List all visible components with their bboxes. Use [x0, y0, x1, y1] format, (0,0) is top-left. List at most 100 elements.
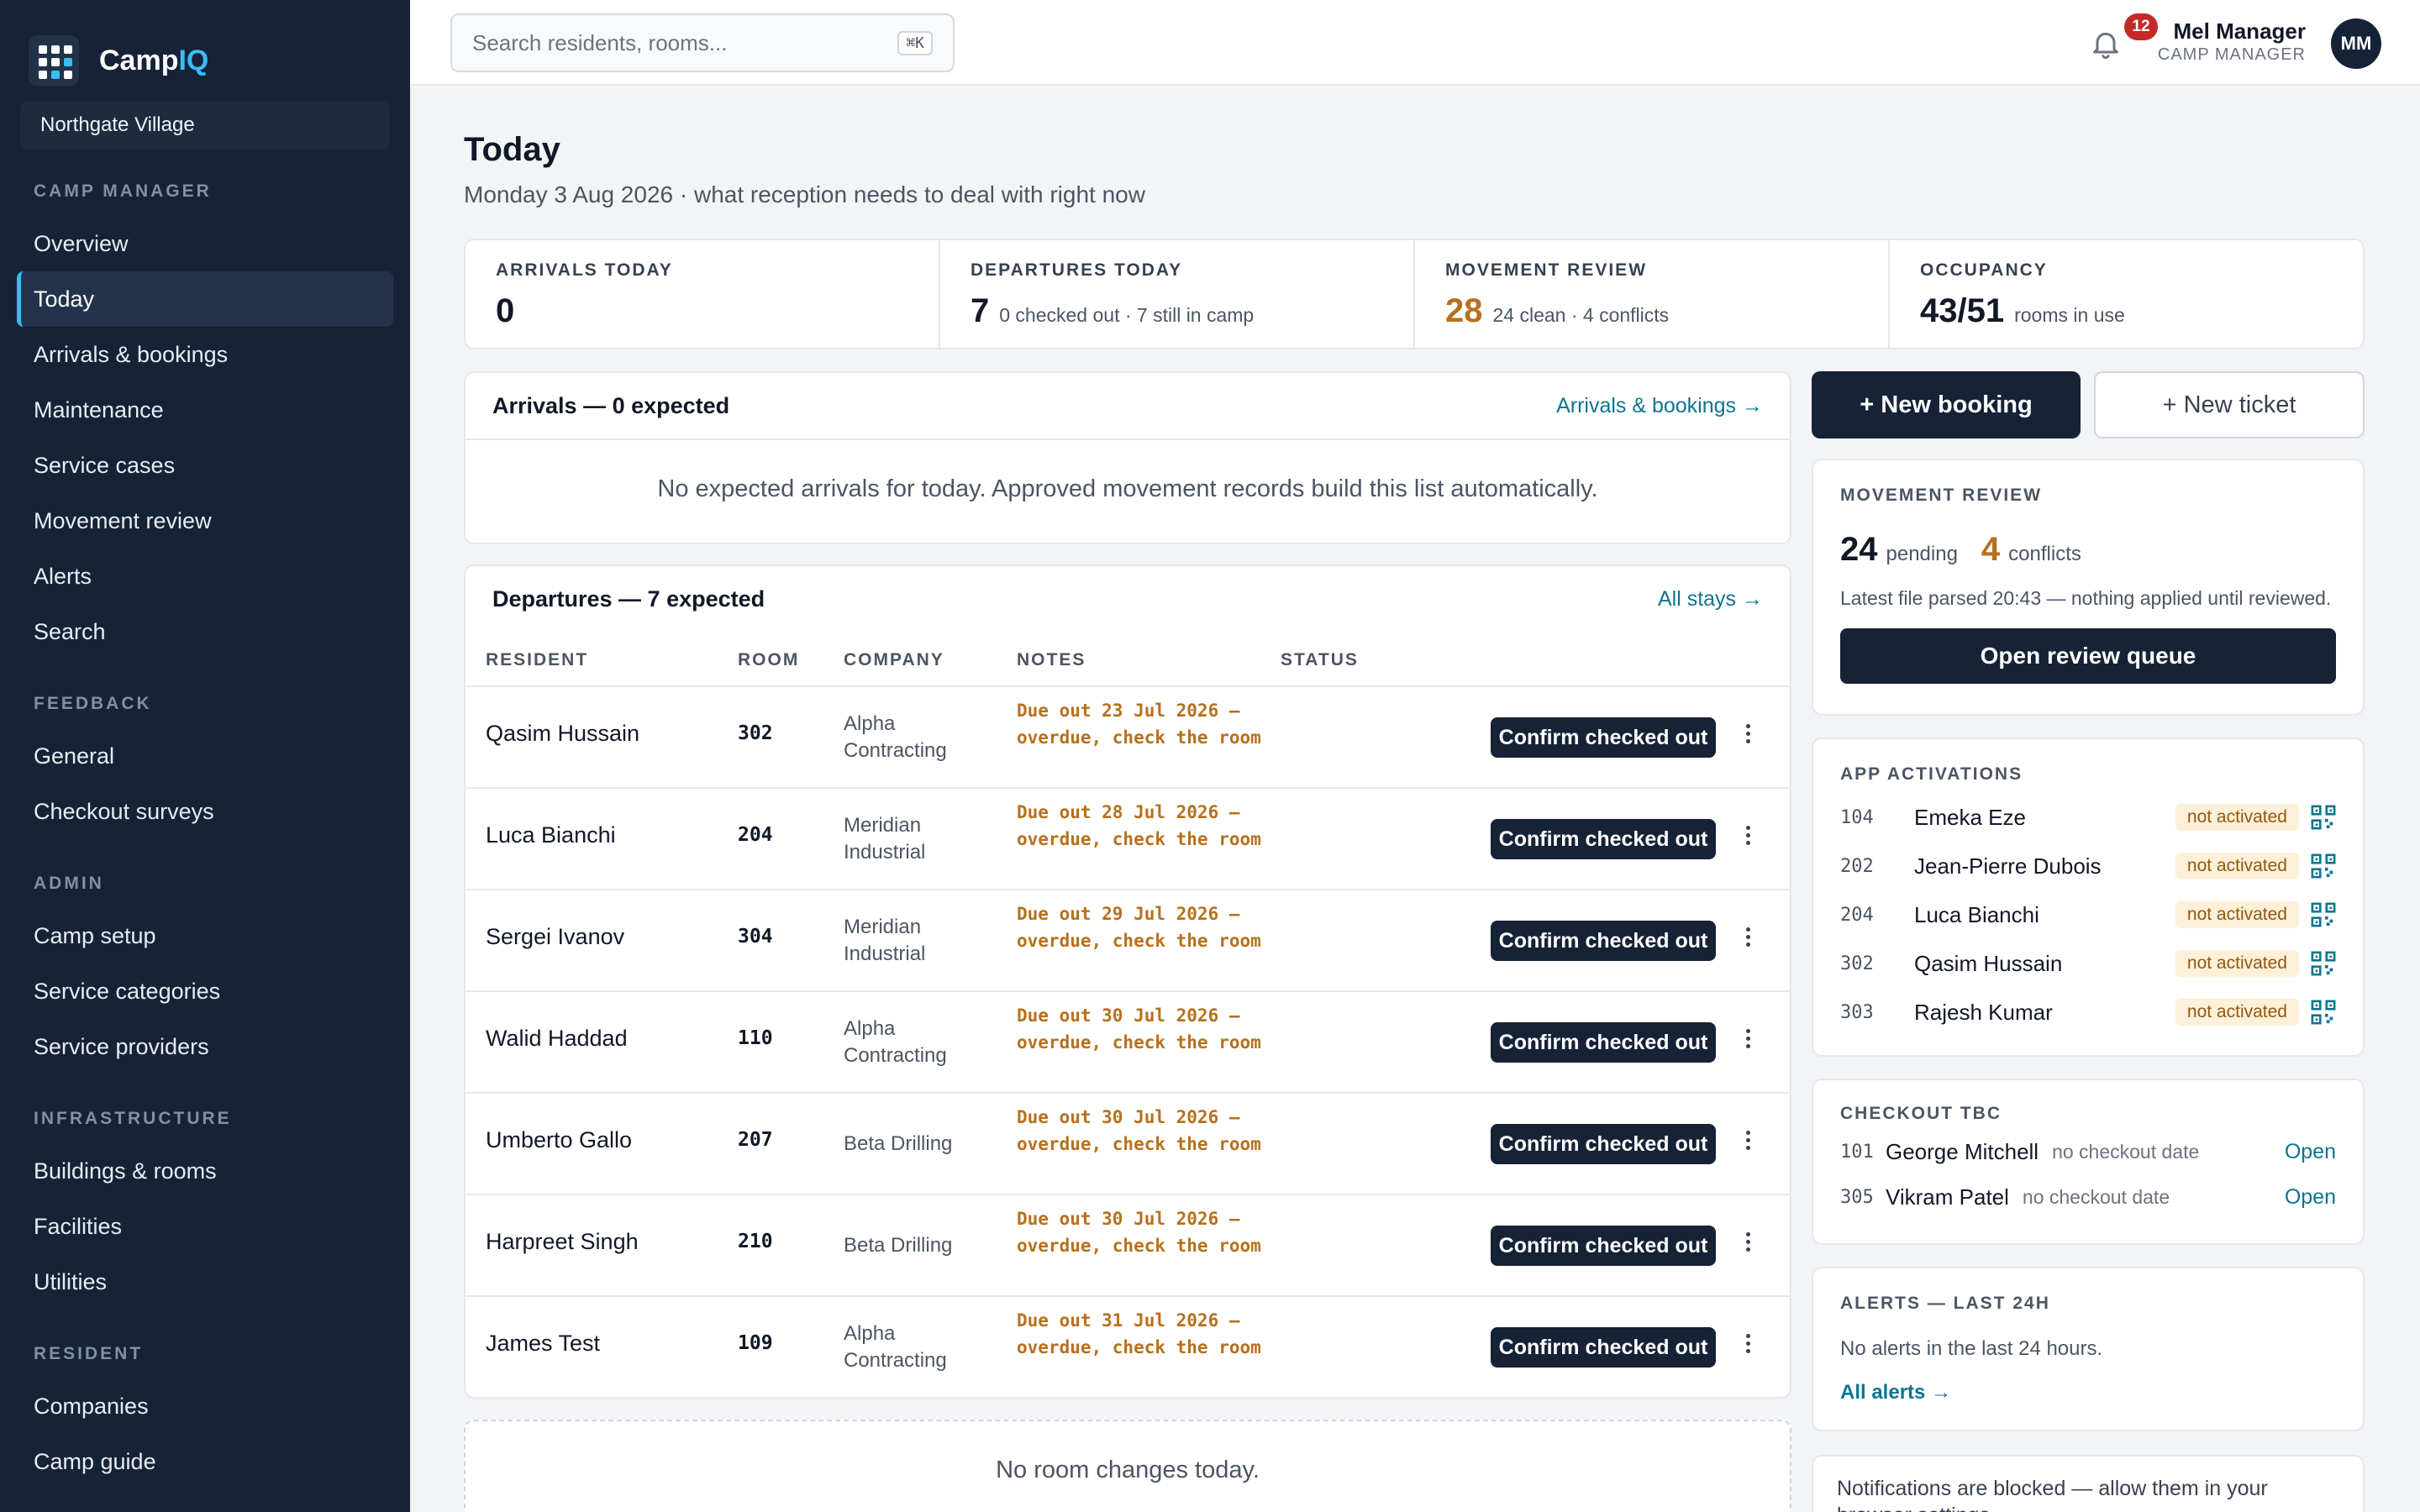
confirm-checked-out-button[interactable]: Confirm checked out — [1491, 1327, 1716, 1368]
notifications-blocked-notice: Notifications are blocked — allow them i… — [1812, 1455, 2365, 1512]
company-name: Meridian Industrial — [844, 814, 926, 864]
sidebar-item-movement-review[interactable]: Movement review — [17, 493, 393, 549]
open-link[interactable]: Open — [2285, 1140, 2336, 1164]
sidebar-item-overview[interactable]: Overview — [17, 216, 393, 271]
page-title: Today — [464, 131, 560, 168]
camp-selector[interactable]: Northgate Village — [20, 101, 390, 150]
stat-value: 0 — [496, 292, 515, 329]
search-shortcut-hint: ⌘K — [897, 30, 933, 55]
sidebar: CampIQ Northgate Village CAMP MANAGER Ov… — [0, 0, 410, 1512]
table-row: Sergei Ivanov 304 Meridian Industrial Du… — [466, 890, 1790, 992]
sidebar-item-service-categories[interactable]: Service categories — [17, 963, 393, 1019]
arrivals-empty-message: No expected arrivals for today. Approved… — [657, 475, 1598, 502]
resident-name: Qasim Hussain — [1914, 950, 2063, 976]
nav-section-resident: RESIDENT — [34, 1344, 144, 1363]
sidebar-item-companies[interactable]: Companies — [17, 1378, 393, 1434]
confirm-checked-out-button[interactable]: Confirm checked out — [1491, 1226, 1716, 1266]
stat-label: ARRIVALS TODAY — [496, 260, 673, 280]
sidebar-item-today[interactable]: Today — [17, 271, 393, 327]
more-options-icon[interactable] — [1739, 924, 1756, 958]
table-row: Luca Bianchi 204 Meridian Industrial Due… — [466, 789, 1790, 890]
qr-code-icon[interactable] — [2311, 853, 2336, 879]
alerts-empty-message: No alerts in the last 24 hours. — [1840, 1337, 2103, 1360]
sidebar-item-general[interactable]: General — [17, 728, 393, 784]
table-row: James Test 109 Alpha Contracting Due out… — [466, 1297, 1790, 1399]
more-options-icon[interactable] — [1739, 1127, 1756, 1161]
app-activations-card: APP ACTIVATIONS 104 Emeka Eze not activa… — [1812, 738, 2365, 1057]
qr-code-icon[interactable] — [2311, 951, 2336, 976]
notice-text: Notifications are blocked — allow them i… — [1837, 1477, 2268, 1512]
page-subtitle: Monday 3 Aug 2026 · what reception needs… — [464, 181, 1145, 207]
search-input[interactable] — [472, 29, 898, 56]
sidebar-item-alerts[interactable]: Alerts — [17, 549, 393, 604]
qr-code-icon[interactable] — [2311, 1000, 2336, 1025]
sidebar-item-service-providers[interactable]: Service providers — [17, 1019, 393, 1074]
sidebar-item-checkout-surveys[interactable]: Checkout surveys — [17, 784, 393, 839]
room-number: 110 — [738, 1027, 773, 1049]
checkout-tbc-card: CHECKOUT TBC 101 George Mitchell no chec… — [1812, 1079, 2365, 1245]
confirm-checked-out-button[interactable]: Confirm checked out — [1491, 921, 1716, 961]
room-number: 302 — [738, 722, 773, 744]
departures-title: Departures — 7 expected — [492, 585, 765, 612]
column-header-status[interactable]: STATUS — [1281, 650, 1359, 670]
confirm-checked-out-button[interactable]: Confirm checked out — [1491, 717, 1716, 758]
sidebar-item-service-cases[interactable]: Service cases — [17, 438, 393, 493]
checkout-tbc-title: CHECKOUT TBC — [1840, 1104, 2002, 1123]
open-link[interactable]: Open — [2285, 1185, 2336, 1210]
stat-note: 24 clean · 4 conflicts — [1492, 304, 1670, 326]
room-number: 204 — [1840, 904, 1874, 926]
confirm-checked-out-button[interactable]: Confirm checked out — [1491, 1022, 1716, 1063]
column-header-resident[interactable]: RESIDENT — [486, 650, 588, 670]
sidebar-item-facilities[interactable]: Facilities — [17, 1199, 393, 1254]
status-badge: not activated — [2175, 901, 2299, 928]
qr-code-icon[interactable] — [2311, 805, 2336, 830]
alerts-title: ALERTS — LAST 24H — [1840, 1294, 2050, 1313]
arrivals-bookings-link[interactable]: Arrivals & bookings → — [1556, 394, 1763, 418]
sidebar-item-camp-guide[interactable]: Camp guide — [17, 1434, 393, 1489]
new-booking-button[interactable]: + New booking — [1812, 371, 2081, 438]
column-header-company[interactable]: COMPANY — [844, 650, 944, 670]
search-box[interactable]: ⌘K — [450, 13, 955, 72]
avatar[interactable]: MM — [2331, 18, 2381, 69]
confirm-checked-out-button[interactable]: Confirm checked out — [1491, 1124, 1716, 1164]
nav-section-admin: ADMIN — [34, 874, 104, 893]
bell-icon[interactable] — [2089, 25, 2123, 62]
table-row: Walid Haddad 110 Alpha Contracting Due o… — [466, 992, 1790, 1094]
open-review-queue-button[interactable]: Open review queue — [1840, 628, 2336, 684]
brand[interactable]: CampIQ — [29, 35, 208, 86]
column-header-room[interactable]: ROOM — [738, 650, 799, 670]
resident-name: George Mitchell — [1886, 1138, 2039, 1164]
more-options-icon[interactable] — [1739, 822, 1756, 856]
sidebar-item-arrivals-bookings[interactable]: Arrivals & bookings — [17, 327, 393, 382]
sidebar-item-search[interactable]: Search — [17, 604, 393, 659]
grid-logo-icon — [29, 35, 79, 86]
top-bar: ⌘K 12 Mel Manager CAMP MANAGER MM — [410, 0, 2420, 86]
all-stays-link[interactable]: All stays → — [1658, 587, 1763, 612]
camp-selector-label: Northgate Village — [40, 113, 195, 136]
sidebar-item-buildings-rooms[interactable]: Buildings & rooms — [17, 1143, 393, 1199]
table-row: Qasim Hussain 302 Alpha Contracting Due … — [466, 687, 1790, 789]
column-header-notes[interactable]: NOTES — [1017, 650, 1086, 670]
room-number: 202 — [1840, 855, 1874, 877]
qr-code-icon[interactable] — [2311, 902, 2336, 927]
stat-value: 28 — [1445, 292, 1483, 329]
arrivals-title: Arrivals — 0 expected — [492, 392, 730, 418]
departure-note: Due out 30 Jul 2026 — overdue, check the… — [1017, 1209, 1261, 1256]
brand-name: CampIQ — [99, 44, 209, 76]
sidebar-item-maintenance[interactable]: Maintenance — [17, 382, 393, 438]
sidebar-item-camp-setup[interactable]: Camp setup — [17, 908, 393, 963]
all-alerts-link[interactable]: All alerts → — [1840, 1381, 2336, 1404]
status-badge: not activated — [2175, 950, 2299, 977]
more-options-icon[interactable] — [1739, 1331, 1756, 1364]
resident-name: Walid Haddad — [486, 1026, 628, 1051]
nav-section-infrastructure: INFRASTRUCTURE — [34, 1109, 232, 1128]
sidebar-item-utilities[interactable]: Utilities — [17, 1254, 393, 1310]
more-options-icon[interactable] — [1739, 1229, 1756, 1263]
confirm-checked-out-button[interactable]: Confirm checked out — [1491, 819, 1716, 859]
resident-name: Jean-Pierre Dubois — [1914, 853, 2102, 879]
departure-note: Due out 29 Jul 2026 — overdue, check the… — [1017, 904, 1261, 951]
departures-card: Departures — 7 expected All stays → RESI… — [464, 564, 1791, 1399]
more-options-icon[interactable] — [1739, 721, 1756, 754]
more-options-icon[interactable] — [1739, 1026, 1756, 1059]
new-ticket-button[interactable]: + New ticket — [2094, 371, 2365, 438]
